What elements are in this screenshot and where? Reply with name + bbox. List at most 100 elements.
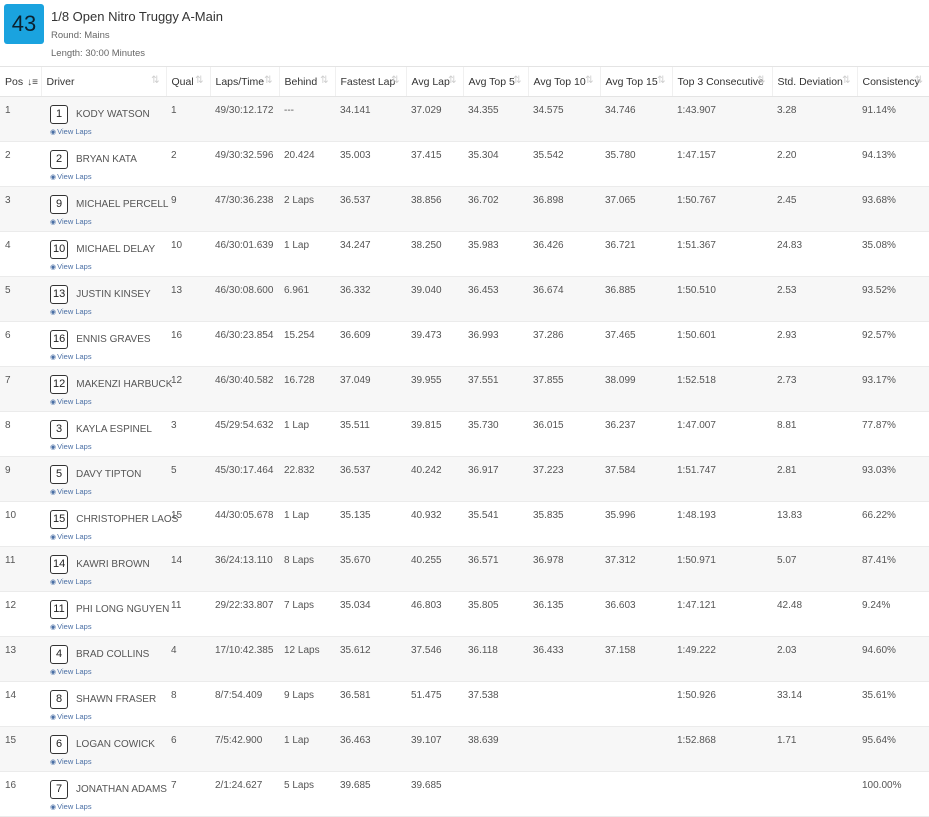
view-laps-link[interactable]: ◉View Laps bbox=[50, 352, 166, 361]
column-header-qual[interactable]: Qual ⇅ bbox=[165, 66, 210, 97]
column-header-top15[interactable]: Avg Top 15 ⇅ bbox=[599, 66, 672, 97]
cell-behind: 20.424 bbox=[279, 141, 335, 187]
view-laps-link[interactable]: ◉View Laps bbox=[50, 712, 166, 721]
driver-cell: 8 SHAWN FRASER ◉View Laps bbox=[41, 681, 166, 727]
view-laps-link[interactable]: ◉View Laps bbox=[50, 397, 166, 406]
cell-pos: 5 bbox=[0, 276, 41, 322]
column-header-std[interactable]: Std. Deviation ⇅ bbox=[771, 66, 857, 97]
view-laps-link[interactable]: ◉View Laps bbox=[50, 442, 166, 451]
cell-top5: 35.304 bbox=[463, 141, 528, 187]
sort-icon[interactable]: ⇅ bbox=[264, 75, 272, 86]
cell-avg: 51.475 bbox=[406, 681, 463, 727]
cell-std: 2.53 bbox=[772, 276, 857, 322]
view-laps-link[interactable]: ◉View Laps bbox=[50, 262, 166, 271]
column-header-behind[interactable]: Behind ⇅ bbox=[278, 66, 335, 97]
cell-top10: 36.135 bbox=[528, 591, 600, 637]
sort-icon[interactable]: ⇅ bbox=[657, 75, 665, 86]
cell-qual: 14 bbox=[166, 546, 210, 592]
driver-cell: 2 BRYAN KATA ◉View Laps bbox=[41, 141, 166, 187]
column-header-fastest[interactable]: Fastest Lap ⇅ bbox=[334, 66, 406, 97]
driver-name: KAYLA ESPINEL bbox=[76, 424, 152, 435]
driver-name: MICHAEL DELAY bbox=[76, 244, 156, 255]
sort-icon[interactable]: ⇅ bbox=[391, 75, 399, 86]
sort-icon[interactable]: ⇅ bbox=[842, 75, 850, 86]
cell-fastest: 35.003 bbox=[335, 141, 406, 187]
cell-top3c bbox=[672, 771, 772, 817]
column-header-top10[interactable]: Avg Top 10 ⇅ bbox=[527, 66, 600, 97]
cell-top5: 36.993 bbox=[463, 321, 528, 367]
cell-top15: 34.746 bbox=[600, 96, 672, 142]
sort-icon[interactable]: ⇅ bbox=[448, 75, 456, 86]
cell-top10: 36.674 bbox=[528, 276, 600, 322]
car-number-badge: 5 bbox=[50, 465, 68, 484]
table-row: 7 12 MAKENZI HARBUCK ◉View Laps 12 46/30:40.5… bbox=[0, 366, 929, 412]
sort-icon[interactable]: ⇅ bbox=[195, 75, 203, 86]
cell-behind: --- bbox=[279, 96, 335, 142]
driver-name: JUSTIN KINSEY bbox=[76, 289, 151, 300]
race-length: Length: 30:00 Minutes bbox=[51, 48, 146, 59]
cell-fastest: 36.537 bbox=[335, 456, 406, 502]
cell-qual: 13 bbox=[166, 276, 210, 322]
cell-pos: 14 bbox=[0, 681, 41, 727]
cell-top15: 35.996 bbox=[600, 501, 672, 547]
eye-icon: ◉ bbox=[50, 714, 57, 721]
view-laps-link[interactable]: ◉View Laps bbox=[50, 667, 166, 676]
cell-top5: 35.983 bbox=[463, 231, 528, 277]
cell-top15: 36.721 bbox=[600, 231, 672, 277]
view-laps-link[interactable]: ◉View Laps bbox=[50, 127, 166, 136]
column-header-pos[interactable]: Pos ↓≡ bbox=[0, 66, 41, 97]
column-header-top3c[interactable]: Top 3 Consecutive ⇅ bbox=[671, 66, 772, 97]
eye-icon: ◉ bbox=[50, 804, 57, 811]
results-body: 1 1 KODY WATSON ◉View Laps 1 49/30:12.172 --- 3… bbox=[0, 96, 929, 817]
sort-ascending-icon[interactable]: ↓≡ bbox=[27, 77, 38, 88]
cell-avg: 39.685 bbox=[406, 771, 463, 817]
cell-std: 2.93 bbox=[772, 321, 857, 367]
sort-icon[interactable]: ⇅ bbox=[915, 75, 923, 86]
view-laps-link[interactable]: ◉View Laps bbox=[50, 172, 166, 181]
cell-avg: 38.856 bbox=[406, 186, 463, 232]
cell-pos: 15 bbox=[0, 726, 41, 772]
eye-icon: ◉ bbox=[50, 264, 57, 271]
cell-qual: 7 bbox=[166, 771, 210, 817]
race-title: 1/8 Open Nitro Truggy A-Main bbox=[51, 9, 223, 24]
view-laps-link[interactable]: ◉View Laps bbox=[50, 532, 166, 541]
cell-top5: 38.639 bbox=[463, 726, 528, 772]
cell-top3c: 1:49.222 bbox=[672, 636, 772, 682]
cell-laps: 36/24:13.110 bbox=[210, 546, 279, 592]
column-header-driver[interactable]: Driver ⇅ bbox=[40, 66, 166, 97]
column-header-avg[interactable]: Avg Lap ⇅ bbox=[405, 66, 463, 97]
cell-top3c: 1:50.971 bbox=[672, 546, 772, 592]
view-laps-link[interactable]: ◉View Laps bbox=[50, 577, 166, 586]
view-laps-link[interactable]: ◉View Laps bbox=[50, 307, 166, 316]
cell-top15: 37.312 bbox=[600, 546, 672, 592]
cell-laps: 45/30:17.464 bbox=[210, 456, 279, 502]
driver-name: KAWRI BROWN bbox=[76, 559, 150, 570]
column-header-label: Avg Top 5 bbox=[468, 75, 515, 88]
sort-icon[interactable]: ⇅ bbox=[151, 75, 159, 86]
view-laps-link[interactable]: ◉View Laps bbox=[50, 757, 166, 766]
column-header-laps[interactable]: Laps/Time ⇅ bbox=[209, 66, 279, 97]
view-laps-label: View Laps bbox=[57, 802, 92, 811]
cell-avg: 40.932 bbox=[406, 501, 463, 547]
column-header-cons[interactable]: Consistency ⇅ bbox=[856, 66, 929, 97]
cell-avg: 37.415 bbox=[406, 141, 463, 187]
cell-top5: 37.538 bbox=[463, 681, 528, 727]
driver-name: ENNIS GRAVES bbox=[76, 334, 151, 345]
driver-name: BRYAN KATA bbox=[76, 154, 137, 165]
cell-fastest: 36.609 bbox=[335, 321, 406, 367]
table-row: 6 16 ENNIS GRAVES ◉View Laps 16 46/30:23.854 1… bbox=[0, 321, 929, 367]
sort-icon[interactable]: ⇅ bbox=[320, 75, 328, 86]
cell-behind: 7 Laps bbox=[279, 591, 335, 637]
sort-icon[interactable]: ⇅ bbox=[513, 75, 521, 86]
cell-fastest: 35.034 bbox=[335, 591, 406, 637]
cell-top10: 36.898 bbox=[528, 186, 600, 232]
view-laps-link[interactable]: ◉View Laps bbox=[50, 217, 166, 226]
sort-icon[interactable]: ⇅ bbox=[757, 75, 765, 86]
view-laps-link[interactable]: ◉View Laps bbox=[50, 802, 166, 811]
column-header-top5[interactable]: Avg Top 5 ⇅ bbox=[462, 66, 528, 97]
view-laps-link[interactable]: ◉View Laps bbox=[50, 622, 166, 631]
view-laps-link[interactable]: ◉View Laps bbox=[50, 487, 166, 496]
sort-icon[interactable]: ⇅ bbox=[585, 75, 593, 86]
cell-pos: 11 bbox=[0, 546, 41, 592]
car-number-badge: 3 bbox=[50, 420, 68, 439]
